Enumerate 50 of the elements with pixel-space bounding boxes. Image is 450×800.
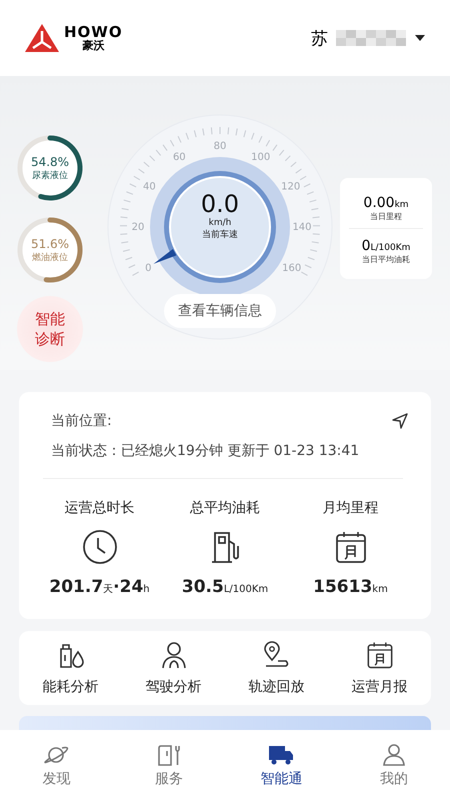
tick-label: 140	[292, 222, 312, 233]
clock-icon	[82, 529, 118, 565]
level-value: 54.8%	[30, 154, 70, 168]
fuel-service-icon	[156, 742, 182, 766]
stat-value: 0L/100Km	[362, 237, 410, 254]
navigation-icon[interactable]	[391, 412, 409, 430]
stat-label: 当日里程	[370, 211, 402, 222]
level-label: 燃油液位	[32, 252, 68, 264]
tab[interactable]: 发现	[21, 742, 92, 788]
status-text: 当前状态：已经熄火19分钟 更新于 01-23 13:41	[51, 442, 360, 460]
tick-label: 60	[172, 152, 186, 163]
stat-value: 0.00km	[363, 194, 409, 211]
stat-label: 当日平均油耗	[362, 254, 410, 265]
level-label: 尿素液位	[32, 170, 68, 182]
stat-label: 运营总时长	[64, 499, 134, 517]
shortcut-button[interactable]: 轨迹回放	[248, 640, 304, 696]
speed-unit: km/h	[208, 218, 232, 228]
level-value: 51.6%	[30, 236, 70, 250]
location-label: 当前位置:	[51, 412, 112, 430]
stat-label: 总平均油耗	[190, 499, 260, 517]
tick-label: 160	[282, 262, 302, 274]
brand-name: HOWO	[64, 25, 123, 40]
user-icon	[380, 742, 407, 766]
brand-subtitle: 豪沃	[82, 40, 104, 51]
tab[interactable]: 服务	[134, 742, 204, 788]
tab[interactable]: 我的	[358, 742, 429, 788]
diagnosis-button[interactable]: 智能 诊断	[17, 296, 83, 362]
shortcut-button[interactable]: 能耗分析	[42, 640, 98, 696]
calendar-icon	[364, 640, 394, 670]
caret-icon	[414, 34, 426, 42]
vehicle-info-button[interactable]: 查看车辆信息	[164, 294, 276, 328]
tick-label: 0	[145, 262, 152, 274]
tick-label: 100	[251, 152, 270, 163]
stat-value: 15613km	[313, 577, 388, 597]
stat-value: 201.7天·24h	[49, 577, 150, 597]
blurred-plate	[336, 30, 406, 46]
speed-label: 当前车速	[202, 228, 238, 241]
tick-label: 40	[142, 181, 156, 192]
tab[interactable]: 智能通	[246, 742, 316, 788]
stat-label: 月均里程	[322, 499, 378, 517]
tick-label: 20	[132, 222, 144, 233]
vehicle-selector[interactable]: 苏	[311, 26, 426, 50]
shortcut-button[interactable]: 驾驶分析	[146, 640, 202, 696]
tick-label: 80	[214, 141, 226, 152]
location-pin-icon	[262, 640, 292, 670]
shortcut-button[interactable]: 运营月报	[352, 640, 408, 696]
logo-icon	[24, 23, 60, 53]
stat-value: 30.5L/100Km	[182, 577, 268, 597]
speed-value: 0.0	[200, 190, 240, 218]
tick-label: 120	[281, 181, 300, 192]
